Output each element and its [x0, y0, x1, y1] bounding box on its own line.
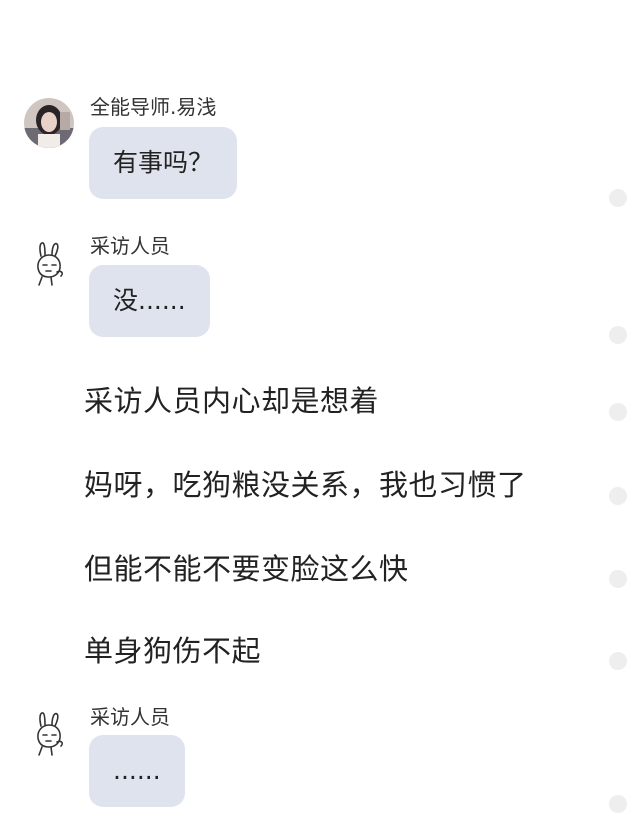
narration-line: 采访人员内心却是想着	[84, 384, 380, 418]
radio-circle-icon[interactable]	[609, 326, 627, 344]
message-bubble[interactable]: 有事吗？	[89, 127, 238, 199]
radio-circle-icon[interactable]	[609, 403, 627, 421]
narration-line: 单身狗伤不起	[84, 634, 262, 668]
sender-name: 全能导师.易浅	[90, 95, 217, 119]
radio-circle-icon[interactable]	[609, 652, 627, 670]
rabbit-sketch-avatar-icon[interactable]	[24, 238, 74, 288]
radio-circle-icon[interactable]	[609, 795, 627, 813]
narration-line: 妈呀，吃狗粮没关系，我也习惯了	[84, 468, 527, 502]
sender-name: 采访人员	[90, 234, 170, 258]
message-bubble[interactable]: ......	[89, 735, 185, 807]
message-bubble[interactable]: 没......	[89, 265, 210, 337]
rabbit-sketch-avatar-icon[interactable]	[24, 708, 74, 758]
radio-circle-icon[interactable]	[609, 487, 627, 505]
radio-circle-icon[interactable]	[609, 189, 627, 207]
radio-circle-icon[interactable]	[609, 570, 627, 588]
narration-line: 但能不能不要变脸这么快	[84, 552, 409, 586]
sender-name: 采访人员	[90, 705, 170, 729]
girl-photo-avatar-icon[interactable]	[24, 98, 74, 148]
